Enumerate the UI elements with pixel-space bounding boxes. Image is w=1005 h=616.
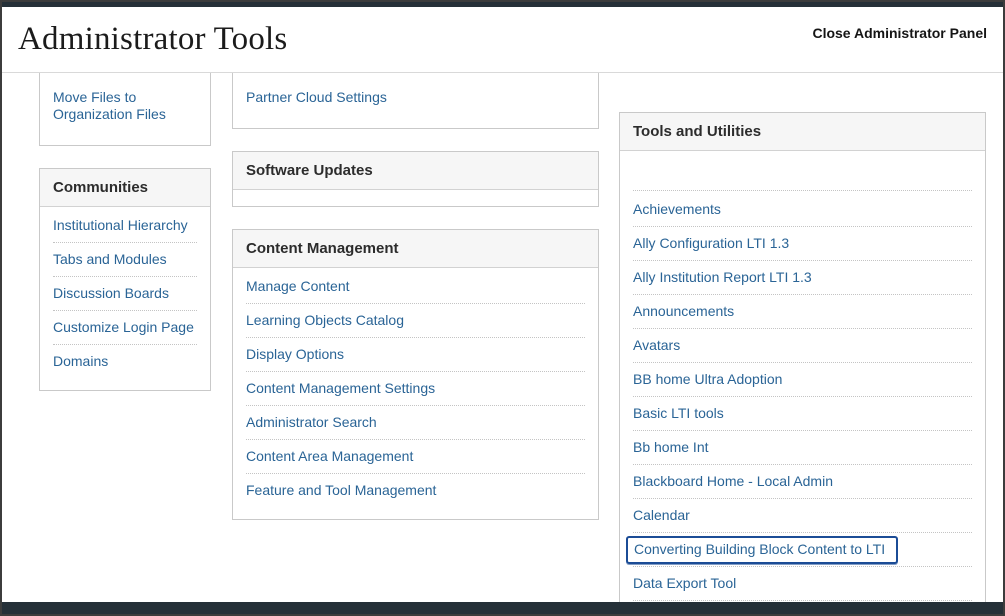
list-item: Announcements — [633, 295, 972, 329]
panel-header: Administrator Tools Close Administrator … — [2, 7, 1003, 73]
admin-tool-link[interactable]: Announcements — [633, 303, 734, 319]
list-item: Discussion Boards — [53, 277, 197, 311]
module-tools-and-utilities: Tools and Utilities Achievements Ally Co… — [619, 112, 986, 602]
left-column: Move Files to Organization Files Communi… — [39, 73, 211, 602]
list-item: Institutional Hierarchy — [53, 209, 197, 243]
list-item: BB home Ultra Adoption — [633, 363, 972, 397]
list-item: Basic LTI tools — [633, 397, 972, 431]
list-item: Ally Institution Report LTI 1.3 — [633, 261, 972, 295]
list-item: Achievements — [633, 193, 972, 227]
admin-tool-link[interactable]: Tabs and Modules — [53, 251, 167, 267]
list-item: Data Export Tool — [633, 567, 972, 601]
administrator-tools-panel: Administrator Tools Close Administrator … — [0, 0, 1005, 616]
admin-tool-link[interactable]: Achievements — [633, 201, 721, 217]
module-files-overflow: Move Files to Organization Files — [39, 73, 211, 146]
admin-tool-link[interactable]: Domains — [53, 353, 108, 369]
list-item: Partner Cloud Settings — [246, 81, 585, 114]
admin-tool-link[interactable]: Blackboard Home - Local Admin — [633, 473, 833, 489]
admin-tool-link[interactable]: Bb home Int — [633, 439, 709, 455]
list-item: Domains — [53, 345, 197, 378]
module-title: Software Updates — [233, 152, 598, 190]
admin-tool-link[interactable]: Content Area Management — [246, 448, 413, 464]
module-communities: Communities Institutional Hierarchy Tabs… — [39, 168, 211, 391]
list-item: Customize Login Page — [53, 311, 197, 345]
list-item: Display Options — [246, 338, 585, 372]
admin-tool-link[interactable]: BB home Ultra Adoption — [633, 371, 782, 387]
list-item: Move Files to Organization Files — [53, 81, 197, 131]
admin-tool-link[interactable]: Basic LTI tools — [633, 405, 724, 421]
close-administrator-panel-button[interactable]: Close Administrator Panel — [812, 25, 987, 41]
list-spacer — [633, 151, 972, 191]
list-item: Learning Objects Catalog — [246, 304, 585, 338]
admin-tool-link[interactable]: Display Options — [246, 346, 344, 362]
link-list: Manage Content Learning Objects Catalog … — [233, 268, 598, 519]
module-title: Content Management — [233, 230, 598, 268]
list-item: Feature and Tool Management — [246, 474, 585, 507]
list-item: Ally Configuration LTI 1.3 — [633, 227, 972, 261]
list-item: Tabs and Modules — [53, 243, 197, 277]
module-content-management: Content Management Manage Content Learni… — [232, 229, 599, 520]
admin-tool-link[interactable]: Content Management Settings — [246, 380, 435, 396]
list-item: Content Area Management — [246, 440, 585, 474]
module-cloud-overflow: Partner Cloud Settings — [232, 73, 599, 129]
link-list: Institutional Hierarchy Tabs and Modules… — [40, 207, 210, 390]
panel-content: Move Files to Organization Files Communi… — [2, 73, 1003, 602]
list-item: Converting Building Block Content to LTI — [633, 533, 972, 567]
admin-tool-link[interactable]: Administrator Search — [246, 414, 377, 430]
admin-tool-link[interactable]: Calendar — [633, 507, 690, 523]
admin-tool-link[interactable]: Move Files to Organization Files — [53, 89, 166, 122]
link-list: Partner Cloud Settings — [233, 73, 598, 128]
module-software-updates: Software Updates — [232, 151, 599, 207]
list-item: Manage Content — [246, 270, 585, 304]
right-column: Tools and Utilities Achievements Ally Co… — [619, 112, 986, 602]
list-item: Avatars — [633, 329, 972, 363]
module-title: Tools and Utilities — [620, 113, 985, 151]
admin-tool-link[interactable]: Ally Institution Report LTI 1.3 — [633, 269, 812, 285]
admin-tool-link[interactable]: Avatars — [633, 337, 680, 353]
admin-tool-link[interactable]: Manage Content — [246, 278, 350, 294]
admin-tool-link[interactable]: Customize Login Page — [53, 319, 194, 335]
admin-tool-link[interactable]: Discussion Boards — [53, 285, 169, 301]
admin-tool-link[interactable]: Learning Objects Catalog — [246, 312, 404, 328]
list-item: Bb home Int — [633, 431, 972, 465]
bottom-accent-bar — [2, 602, 1003, 614]
admin-tool-link[interactable]: Feature and Tool Management — [246, 482, 436, 498]
admin-tool-link[interactable]: Data Export Tool — [633, 575, 736, 591]
list-item: Administrator Search — [246, 406, 585, 440]
link-list: Move Files to Organization Files — [40, 73, 210, 145]
list-item: Calendar — [633, 499, 972, 533]
module-title: Communities — [40, 169, 210, 207]
list-item: Content Management Settings — [246, 372, 585, 406]
admin-tool-link[interactable]: Institutional Hierarchy — [53, 217, 188, 233]
admin-tool-link[interactable]: Converting Building Block Content to LTI — [626, 536, 898, 564]
admin-tool-link[interactable]: Ally Configuration LTI 1.3 — [633, 235, 789, 251]
middle-column: Partner Cloud Settings Software Updates … — [232, 73, 599, 602]
page-title: Administrator Tools — [18, 21, 287, 58]
link-list: Achievements Ally Configuration LTI 1.3 … — [620, 191, 985, 602]
admin-tool-link[interactable]: Partner Cloud Settings — [246, 89, 387, 105]
list-item: Blackboard Home - Local Admin — [633, 465, 972, 499]
empty-module-body — [233, 190, 598, 206]
